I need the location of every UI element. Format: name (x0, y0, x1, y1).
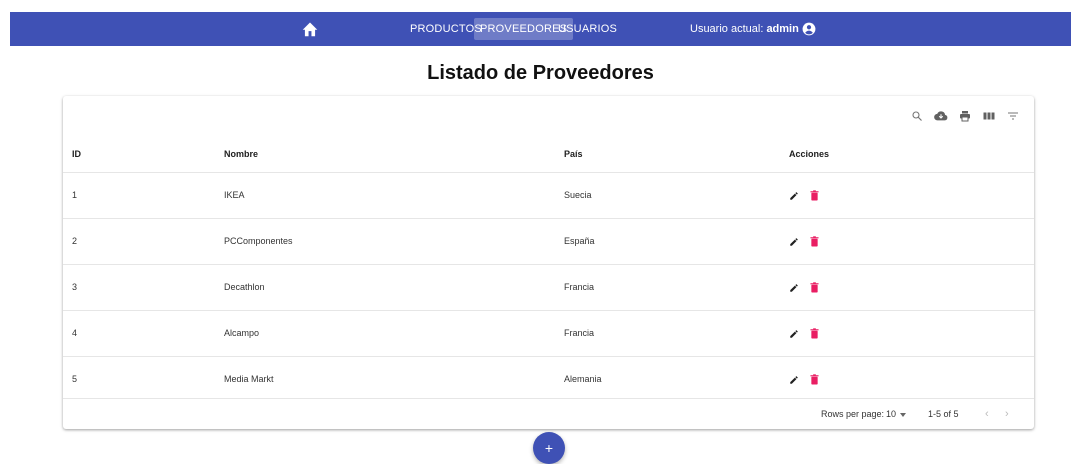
rows-per-page-label: Rows per page: (821, 409, 885, 419)
edit-pencil-icon (790, 237, 798, 246)
row-actions (789, 357, 819, 402)
cell-pais: Francia (564, 328, 595, 338)
pagination-range: 1-5 of 5 (928, 409, 959, 419)
cell-pais: Suecia (564, 190, 592, 200)
cell-nombre: Decathlon (224, 282, 265, 292)
delete-button[interactable] (809, 328, 819, 340)
cell-id: 1 (72, 190, 78, 200)
edit-pencil-icon (790, 375, 798, 384)
table-header: ID Nombre País Acciones (63, 136, 1034, 172)
cell-id: 3 (72, 282, 78, 292)
add-supplier-button[interactable]: + (533, 432, 565, 464)
nav-usuarios[interactable]: USUARIOS (552, 18, 623, 40)
delete-icon (809, 236, 819, 247)
rows-per-page-select[interactable]: 10 (886, 399, 907, 429)
delete-button[interactable] (809, 282, 819, 294)
cell-pais: Alemania (564, 374, 602, 384)
table-row: 2 PCComponentes España (63, 218, 1034, 264)
table-row: 4 Alcampo Francia (63, 310, 1034, 356)
cell-nombre: IKEA (224, 190, 245, 200)
print-icon[interactable] (958, 109, 972, 123)
chevron-down-icon (900, 412, 907, 417)
cell-nombre: PCComponentes (224, 236, 293, 246)
current-user-prefix: Usuario actual: (690, 23, 767, 35)
suppliers-table-card: ID Nombre País Acciones 1 IKEA Suecia 2 … (63, 96, 1034, 429)
cell-id: 2 (72, 236, 78, 246)
cell-pais: España (564, 236, 595, 246)
edit-button[interactable] (789, 190, 799, 202)
rows-per-page-value: 10 (886, 409, 897, 419)
column-header-acciones: Acciones (789, 149, 830, 159)
table-row: 5 Media Markt Alemania (63, 356, 1034, 402)
cell-nombre: Alcampo (224, 328, 260, 338)
column-header-pais[interactable]: País (564, 136, 583, 172)
row-actions (789, 173, 819, 218)
edit-pencil-icon (790, 283, 798, 292)
row-actions (789, 219, 819, 264)
filter-list-icon[interactable] (1006, 109, 1020, 123)
cell-id: 5 (72, 374, 78, 384)
page-title: Listado de Proveedores (427, 62, 654, 84)
delete-icon (809, 282, 819, 293)
table-row: 3 Decathlon Francia (63, 264, 1034, 310)
current-user-name: admin (766, 23, 799, 35)
table-toolbar (910, 106, 1020, 126)
column-header-nombre[interactable]: Nombre (224, 136, 258, 172)
cell-id: 4 (72, 328, 78, 338)
home-icon (302, 22, 318, 37)
table-row: 1 IKEA Suecia (63, 172, 1034, 218)
edit-button[interactable] (789, 282, 799, 294)
delete-icon (809, 190, 819, 201)
next-page-button[interactable]: › (1005, 399, 1009, 429)
delete-button[interactable] (809, 374, 819, 386)
table-pagination: Rows per page: 10 1-5 of 5 ‹ › (63, 398, 1034, 429)
current-user-label: Usuario actual: admin (690, 18, 799, 40)
row-actions (789, 265, 819, 310)
delete-icon (809, 374, 819, 385)
account-circle-icon[interactable] (802, 22, 816, 36)
home-button[interactable] (300, 20, 320, 38)
search-icon[interactable] (910, 109, 924, 123)
top-nav-bar: PRODUCTOS PROVEEDORES USUARIOS Usuario a… (10, 12, 1071, 46)
delete-icon (809, 328, 819, 339)
column-header-id[interactable]: ID (72, 136, 81, 172)
edit-button[interactable] (789, 374, 799, 386)
edit-pencil-icon (790, 329, 798, 338)
edit-button[interactable] (789, 328, 799, 340)
cloud-download-icon[interactable] (934, 109, 948, 123)
view-columns-icon[interactable] (982, 109, 996, 123)
cell-nombre: Media Markt (224, 374, 274, 384)
row-actions (789, 311, 819, 356)
edit-pencil-icon (790, 191, 798, 200)
delete-button[interactable] (809, 236, 819, 248)
delete-button[interactable] (809, 190, 819, 202)
edit-button[interactable] (789, 236, 799, 248)
cell-pais: Francia (564, 282, 595, 292)
previous-page-button[interactable]: ‹ (985, 399, 989, 429)
